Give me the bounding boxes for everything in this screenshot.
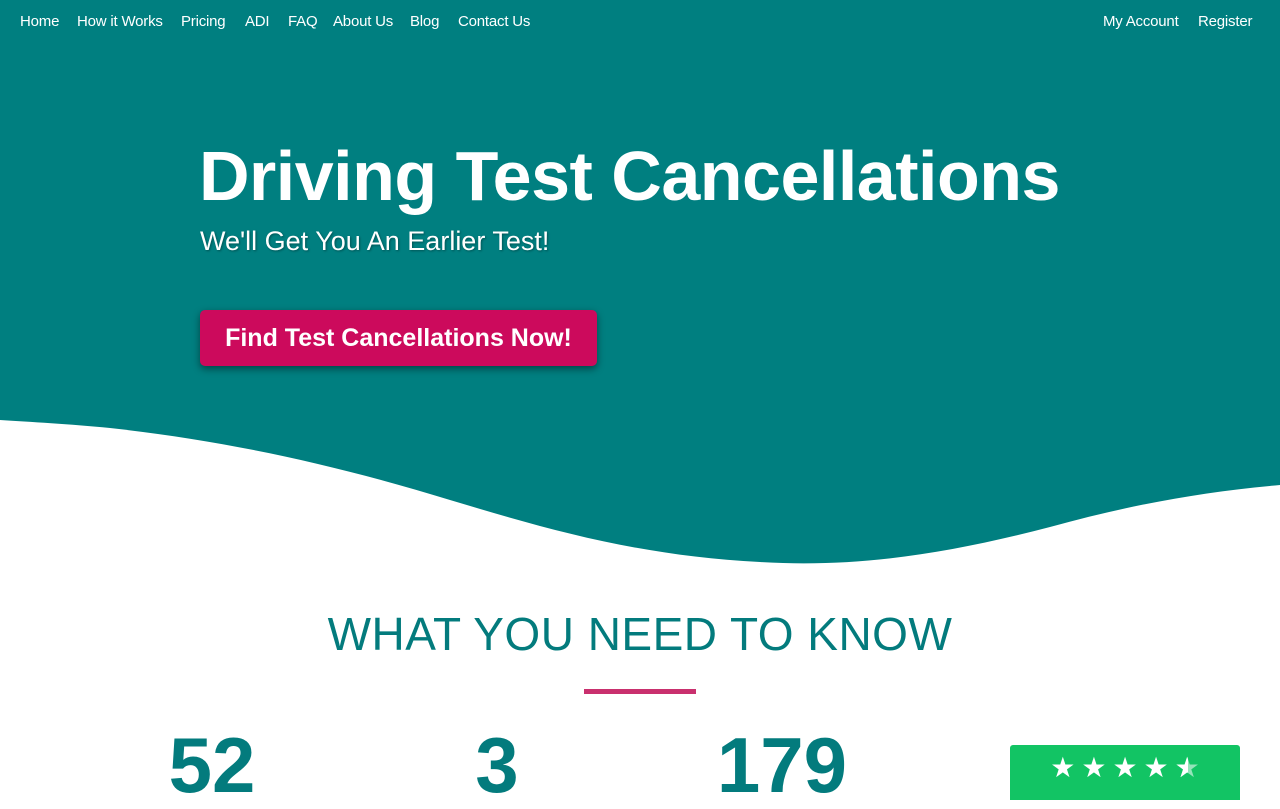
top-navigation: Home How it Works Pricing ADI FAQ About … <box>0 0 1280 46</box>
star-icon: ★ <box>1081 751 1107 784</box>
find-test-cancellations-button[interactable]: Find Test Cancellations Now! <box>200 310 597 366</box>
hero-section: Home How it Works Pricing ADI FAQ About … <box>0 0 1280 570</box>
stat-value: 3 <box>475 721 519 809</box>
nav-link-about-us[interactable]: About Us <box>333 13 393 30</box>
nav-link-my-account[interactable]: My Account <box>1103 13 1179 30</box>
section-title: WHAT YOU NEED TO KNOW <box>327 608 953 660</box>
star-icon: ★ <box>1112 751 1138 784</box>
stat-value: 52 <box>168 721 256 809</box>
star-icon: ★ <box>1050 751 1076 784</box>
hero-wave-background <box>0 0 1280 564</box>
nav-link-contact-us[interactable]: Contact Us <box>458 13 530 30</box>
star-icon: ★ <box>1143 751 1169 784</box>
nav-link-adi[interactable]: ADI <box>245 13 270 30</box>
hero-title: Driving Test Cancellations <box>199 137 1060 215</box>
stat-value: 179 <box>716 721 848 809</box>
nav-link-how-it-works[interactable]: How it Works <box>77 13 163 30</box>
nav-link-pricing[interactable]: Pricing <box>181 13 226 30</box>
hero-subtitle: We'll Get You An Earlier Test! <box>200 226 550 256</box>
nav-link-register[interactable]: Register <box>1198 13 1252 30</box>
section-divider <box>584 689 696 694</box>
rating-badge[interactable]: ★ ★ ★ ★ ★ ★ <box>1010 745 1240 800</box>
nav-link-faq[interactable]: FAQ <box>288 13 318 30</box>
nav-link-home[interactable]: Home <box>20 13 59 30</box>
nav-link-blog[interactable]: Blog <box>410 13 439 30</box>
half-star-icon: ★ ★ <box>1174 751 1200 784</box>
